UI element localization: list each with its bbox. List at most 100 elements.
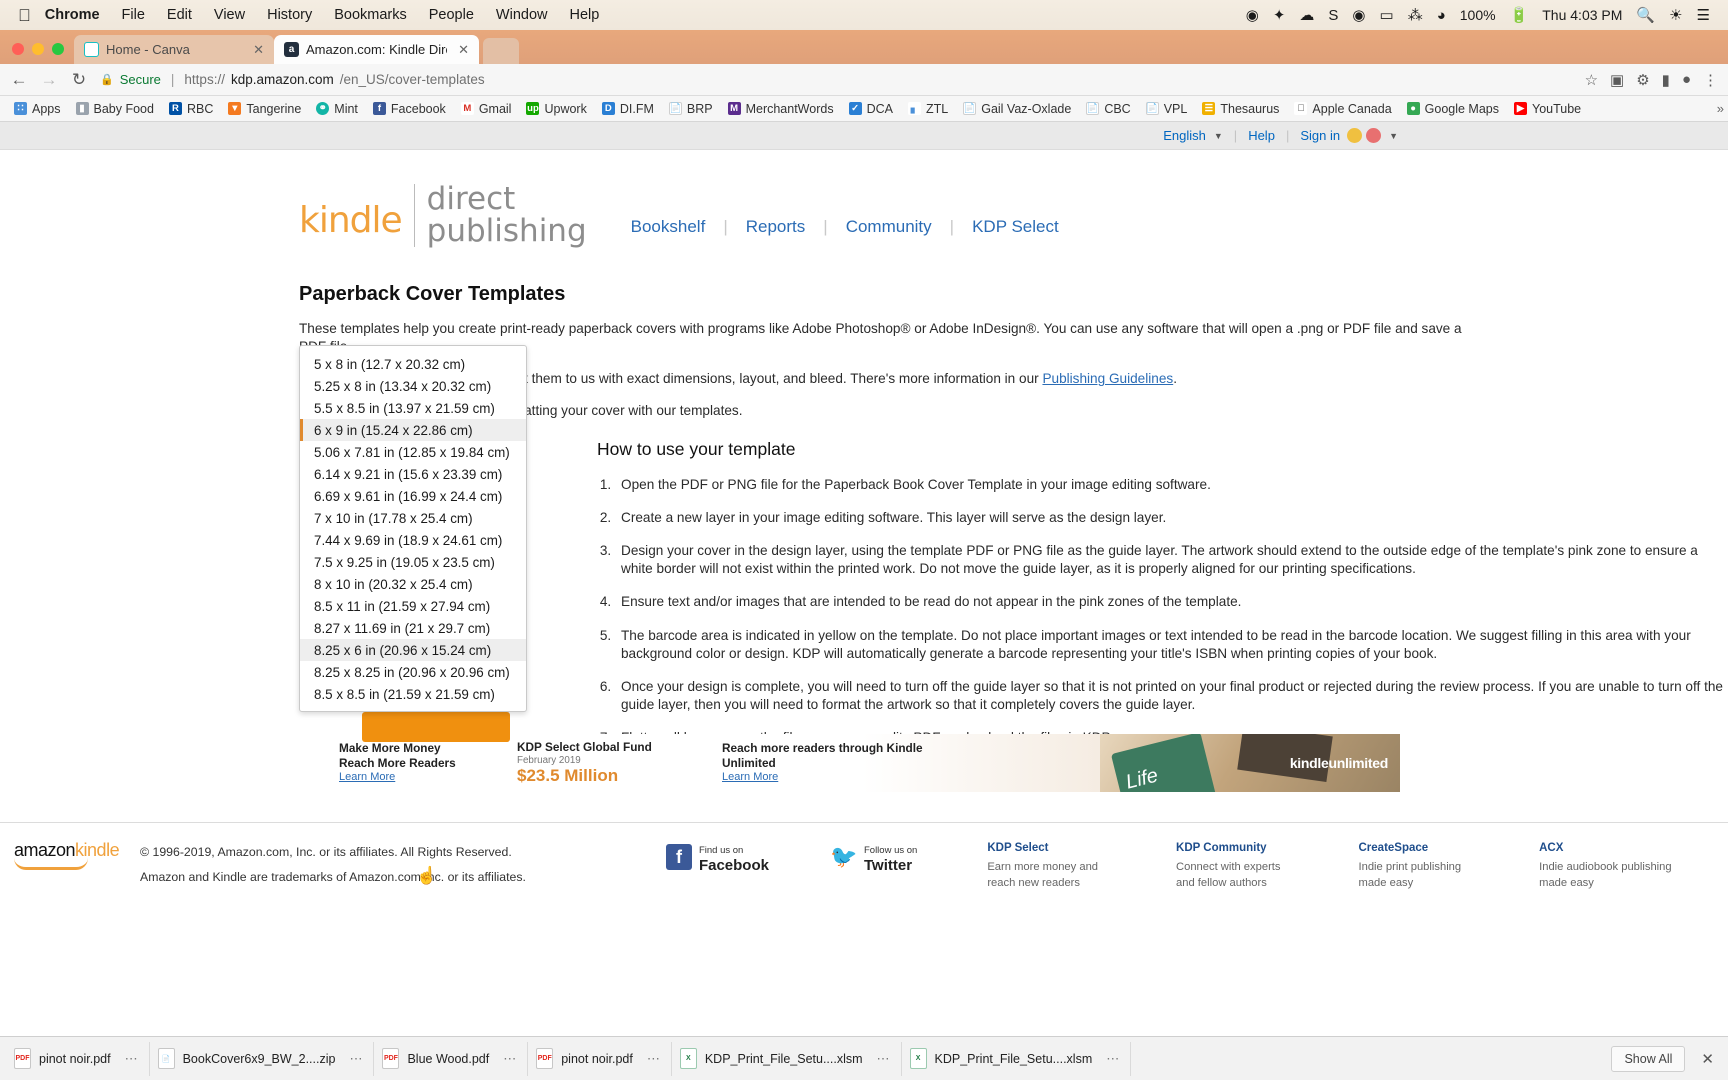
tab-amazon-kdp[interactable]: a Amazon.com: Kindle Direct Pu ✕ (274, 35, 479, 64)
close-icon[interactable]: ✕ (249, 42, 264, 58)
menu-file[interactable]: File (122, 7, 145, 23)
bookmark-apps[interactable]: ∷ Apps (8, 100, 67, 118)
bookmark-ztl[interactable]: ▖ ZTL (902, 100, 954, 118)
bookmark-cbc[interactable]: 📄 CBC (1080, 100, 1136, 118)
trim-size-option[interactable]: 5 x 8 in (12.7 x 20.32 cm) (300, 353, 526, 375)
download-template-button[interactable] (362, 712, 510, 742)
close-icon[interactable]: ✕ (1701, 1050, 1714, 1068)
bookmark-brp[interactable]: 📄 BRP (663, 100, 719, 118)
bookmark-difm[interactable]: D DI.FM (596, 100, 660, 118)
chart-extension-icon[interactable]: ▮ (1662, 71, 1670, 89)
overflow-menu-icon[interactable]: ⋯ (1100, 1051, 1120, 1067)
dropbox-icon[interactable]: ✦ (1273, 6, 1286, 24)
bluetooth-icon[interactable]: ⁂ (1408, 6, 1423, 24)
bookmark-google-maps[interactable]: ● Google Maps (1401, 100, 1505, 118)
close-icon[interactable]: ✕ (454, 42, 469, 58)
trim-size-option[interactable]: 8 x 10 in (20.32 x 25.4 cm) (300, 573, 526, 595)
nav-kdp-select[interactable]: KDP Select (972, 217, 1059, 237)
cloud-upload-icon[interactable]: ☁ (1299, 6, 1314, 24)
overflow-menu-icon[interactable]: ⋯ (119, 1051, 139, 1067)
download-item[interactable]: X KDP_Print_File_Setu....xlsm ⋯ (672, 1041, 902, 1076)
menu-view[interactable]: View (214, 7, 245, 23)
facebook-link[interactable]: f Find us on Facebook (665, 840, 769, 875)
creative-cloud-icon[interactable]: ◉ (1352, 6, 1365, 24)
back-arrow-icon[interactable]: ← (10, 70, 28, 90)
chevron-right-icon[interactable]: » (1717, 101, 1724, 116)
bookmark-apple-canada[interactable]:  Apple Canada (1288, 100, 1397, 118)
bookmark-merchantwords[interactable]: M MerchantWords (722, 100, 840, 118)
bookmark-facebook[interactable]: f Facebook (367, 100, 452, 118)
download-item[interactable]: PDF Blue Wood.pdf ⋯ (374, 1041, 529, 1076)
trim-size-dropdown[interactable]: 5 x 8 in (12.7 x 20.32 cm) 5.25 x 8 in (… (299, 345, 527, 712)
search-icon[interactable]: 🔍 (1636, 6, 1655, 24)
bookmark-tangerine[interactable]: ▼ Tangerine (222, 100, 307, 118)
menu-window[interactable]: Window (496, 7, 548, 23)
download-item[interactable]: PDF pinot noir.pdf ⋯ (6, 1041, 150, 1076)
footer-column-acx[interactable]: ACX Indie audiobook publishing made easy (1539, 840, 1672, 891)
bookmark-mint[interactable]: ⚭ Mint (310, 100, 364, 118)
trim-size-option[interactable]: 8.5 x 11 in (21.59 x 27.94 cm) (300, 595, 526, 617)
trim-size-option-hovered[interactable]: 8.25 x 6 in (20.96 x 15.24 cm) (300, 639, 526, 661)
tab-home-canva[interactable]: C Home - Canva ✕ (74, 35, 274, 64)
trim-size-option[interactable]: 5.5 x 8.5 in (13.97 x 21.59 cm) (300, 397, 526, 419)
forward-arrow-icon[interactable]: → (40, 70, 58, 90)
star-icon[interactable]: ☆ (1585, 71, 1598, 89)
footer-column-kdp-select[interactable]: KDP Select Earn more money and reach new… (987, 840, 1098, 891)
menu-help[interactable]: Help (569, 7, 599, 23)
bookmark-youtube[interactable]: ▶ YouTube (1508, 100, 1587, 118)
bookmark-thesaurus[interactable]: ☰ Thesaurus (1196, 100, 1285, 118)
menu-history[interactable]: History (267, 7, 312, 23)
battery-charging-icon[interactable]: 🔋 (1510, 6, 1529, 24)
bookmark-vpl[interactable]: 📄 VPL (1140, 100, 1194, 118)
help-link[interactable]: Help (1248, 128, 1275, 143)
kdp-logo[interactable]: kindle direct publishing (299, 183, 587, 248)
bookmark-dca[interactable]: ✓ DCA (843, 100, 899, 118)
twitter-link[interactable]: 🐦 Follow us on Twitter (830, 840, 917, 875)
trim-size-option[interactable]: 6.69 x 9.61 in (16.99 x 24.4 cm) (300, 485, 526, 507)
trim-size-option[interactable]: 8.27 x 11.69 in (21 x 29.7 cm) (300, 617, 526, 639)
maximize-window-button[interactable] (52, 43, 64, 55)
language-selector[interactable]: English (1163, 128, 1206, 143)
footer-column-createspace[interactable]: CreateSpace Indie print publishing made … (1359, 840, 1462, 891)
new-tab-button[interactable] (483, 38, 519, 64)
download-item[interactable]: 📄 BookCover6x9_BW_2....zip ⋯ (150, 1041, 375, 1076)
wifi-icon[interactable]: ◕ (1437, 7, 1446, 24)
clock[interactable]: Thu 4:03 PM (1542, 7, 1622, 23)
close-window-button[interactable] (12, 43, 24, 55)
overflow-menu-icon[interactable]: ⋯ (871, 1051, 891, 1067)
list-icon[interactable]: ☰ (1697, 6, 1710, 24)
smiley-avatar-icon[interactable] (1366, 128, 1382, 143)
trim-size-option[interactable]: 5.06 x 7.81 in (12.85 x 19.84 cm) (300, 441, 526, 463)
extension-icon[interactable]: ▣ (1610, 71, 1624, 89)
record-icon[interactable]: ◉ (1246, 6, 1259, 24)
trim-size-option[interactable]: 8.25 x 8.25 in (20.96 x 20.96 cm) (300, 661, 526, 683)
nav-community[interactable]: Community (846, 217, 932, 237)
overflow-menu-icon[interactable]: ⋯ (343, 1051, 363, 1067)
menu-edit[interactable]: Edit (167, 7, 192, 23)
address-bar[interactable]: 🔒 Secure | https:// kdp.amazon.com/en_US/… (100, 69, 1573, 91)
trim-size-option[interactable]: 7 x 10 in (17.78 x 25.4 cm) (300, 507, 526, 529)
trim-size-option[interactable]: 5.25 x 8 in (13.34 x 20.32 cm) (300, 375, 526, 397)
smiley-avatar-icon[interactable] (1347, 128, 1363, 143)
publishing-guidelines-link[interactable]: Publishing Guidelines (1042, 371, 1173, 386)
download-item[interactable]: PDF pinot noir.pdf ⋯ (528, 1041, 672, 1076)
chevron-down-icon[interactable]: ▼ (1214, 131, 1223, 141)
nav-reports[interactable]: Reports (746, 217, 806, 237)
menu-people[interactable]: People (429, 7, 474, 23)
reload-icon[interactable]: ↻ (70, 70, 88, 90)
promo-learn-more-link[interactable]: Learn More (722, 771, 778, 783)
bookmark-gail-vaz-oxlade[interactable]: 📄 Gail Vaz-Oxlade (957, 100, 1077, 118)
sign-in-link[interactable]: Sign in (1300, 128, 1340, 143)
trim-size-option[interactable]: 7.5 x 9.25 in (19.05 x 23.5 cm) (300, 551, 526, 573)
nav-bookshelf[interactable]: Bookshelf (631, 217, 706, 237)
overflow-menu-icon[interactable]: ⋯ (641, 1051, 661, 1067)
promo-learn-more-link[interactable]: Learn More (339, 771, 395, 783)
airplay-icon[interactable]: ▭ (1380, 6, 1394, 24)
menu-chrome[interactable]: Chrome (45, 7, 100, 23)
footer-column-kdp-community[interactable]: KDP Community Connect with experts and f… (1176, 840, 1280, 891)
s-icon[interactable]: S (1328, 7, 1338, 24)
siri-icon[interactable]: ☀ (1669, 6, 1682, 24)
apple-icon[interactable]:  (18, 7, 31, 24)
trim-size-option-selected[interactable]: 6 x 9 in (15.24 x 22.86 cm) (300, 419, 526, 441)
profile-icon[interactable]: ● (1682, 71, 1691, 88)
